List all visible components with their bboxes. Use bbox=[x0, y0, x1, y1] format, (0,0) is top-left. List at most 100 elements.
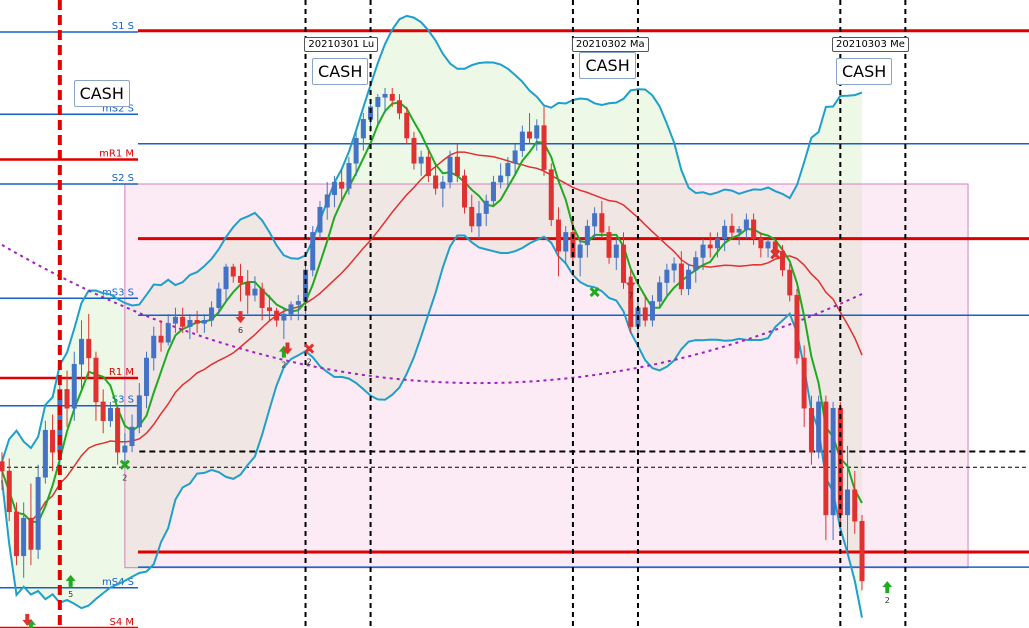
candle-body bbox=[252, 288, 258, 296]
candle-body bbox=[216, 288, 222, 308]
candle-body bbox=[209, 307, 215, 321]
candle-body bbox=[490, 181, 496, 202]
session-date-label: 20210301 Lu bbox=[304, 37, 379, 52]
candle-body bbox=[787, 269, 793, 296]
candle-body bbox=[823, 401, 829, 516]
candle-body bbox=[447, 156, 453, 183]
candle-body bbox=[592, 213, 598, 227]
candle-body bbox=[707, 244, 713, 249]
candle-body bbox=[266, 307, 272, 312]
cash-label: CASH bbox=[312, 58, 369, 86]
candle-body bbox=[122, 445, 128, 453]
candle-body bbox=[584, 225, 590, 246]
candle-body bbox=[830, 407, 836, 516]
candle-body bbox=[454, 156, 460, 177]
candle-body bbox=[736, 228, 742, 233]
candle-body bbox=[389, 93, 395, 101]
candle-body bbox=[382, 93, 388, 98]
candle-body bbox=[469, 206, 475, 227]
candle-body bbox=[310, 232, 316, 271]
candle-body bbox=[512, 150, 518, 164]
candle-body bbox=[21, 517, 27, 557]
candle-body bbox=[476, 213, 482, 227]
candle-body bbox=[165, 323, 171, 343]
level-label: S1 S bbox=[112, 21, 134, 32]
candle-body bbox=[780, 250, 786, 271]
candle-body bbox=[743, 219, 749, 230]
candle-body bbox=[158, 335, 164, 343]
candle-body bbox=[852, 489, 858, 522]
candle-body bbox=[816, 401, 822, 453]
candle-body bbox=[245, 282, 251, 296]
candle-body bbox=[693, 257, 699, 271]
candle-body bbox=[144, 357, 150, 396]
candle-body bbox=[845, 489, 851, 516]
candle-body bbox=[527, 131, 533, 139]
candle-body bbox=[0, 461, 5, 472]
candle-body bbox=[577, 244, 583, 258]
candle-body bbox=[360, 119, 366, 139]
candle-body bbox=[6, 470, 12, 513]
candle-body bbox=[483, 200, 489, 214]
session-date-label: 20210303 Me bbox=[832, 37, 909, 52]
candle-body bbox=[180, 316, 186, 327]
marker-label: 5 bbox=[68, 590, 73, 599]
candle-body bbox=[729, 225, 735, 233]
candle-body bbox=[396, 100, 402, 114]
candle-body bbox=[599, 213, 605, 233]
level-label: R1 M bbox=[109, 367, 134, 378]
level-label: mR1 M bbox=[99, 149, 134, 160]
candle-body bbox=[295, 301, 301, 305]
marker-label: 2 bbox=[307, 358, 312, 367]
candle-body bbox=[462, 175, 468, 208]
candle-body bbox=[339, 181, 345, 189]
candle-body bbox=[649, 301, 655, 321]
candle-body bbox=[288, 304, 294, 315]
candle-body bbox=[498, 175, 504, 183]
candle-body bbox=[317, 206, 323, 233]
candle-body bbox=[42, 429, 48, 478]
candle-body bbox=[35, 477, 41, 550]
candle-body bbox=[411, 137, 417, 164]
candle-body bbox=[93, 357, 99, 403]
candle-body bbox=[642, 307, 648, 321]
candle-body bbox=[223, 266, 229, 290]
candle-body bbox=[628, 282, 634, 327]
candle-body bbox=[678, 263, 684, 290]
candle-body bbox=[563, 232, 569, 252]
candle-body bbox=[201, 320, 207, 324]
candle-body bbox=[50, 429, 56, 453]
price-chart: S1 SmS2 SmR1 MS2 SmS3 SR1 MS3 SmS4 SS4 M… bbox=[0, 0, 1029, 628]
candle-body bbox=[714, 238, 720, 249]
cash-label: CASH bbox=[73, 80, 130, 108]
candle-body bbox=[505, 163, 511, 177]
marker-label: 2 bbox=[122, 474, 127, 483]
candle-body bbox=[758, 238, 764, 249]
candle-body bbox=[686, 269, 692, 290]
candle-body bbox=[353, 137, 359, 164]
level-label: S2 S bbox=[112, 173, 134, 184]
candle-body bbox=[606, 232, 612, 258]
candle-body bbox=[100, 401, 106, 421]
marker-label: 6 bbox=[238, 326, 243, 335]
candle-body bbox=[71, 363, 77, 409]
cash-label: CASH bbox=[836, 58, 893, 86]
candle-body bbox=[765, 241, 771, 249]
candle-body bbox=[136, 395, 142, 428]
marker-label: 7 bbox=[628, 292, 633, 301]
candle-body bbox=[259, 288, 265, 308]
candle-body bbox=[700, 244, 706, 258]
candle-body bbox=[237, 276, 243, 283]
candle-body bbox=[519, 131, 525, 151]
candle-body bbox=[440, 181, 446, 189]
candle-body bbox=[555, 219, 561, 252]
candle-body bbox=[794, 294, 800, 359]
candle-body bbox=[671, 263, 677, 271]
candle-body bbox=[151, 335, 157, 359]
candle-body bbox=[534, 125, 540, 139]
level-label: S4 M bbox=[109, 617, 134, 628]
candle-body bbox=[859, 520, 865, 582]
candle-body bbox=[657, 282, 663, 302]
candle-body bbox=[801, 357, 807, 409]
candle-body bbox=[808, 407, 814, 453]
